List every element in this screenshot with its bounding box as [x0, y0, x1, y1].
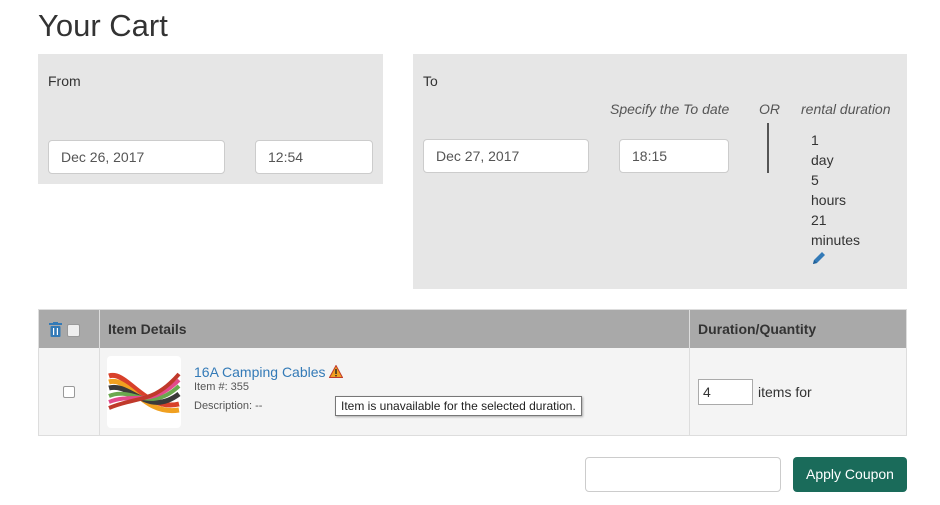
table-header: Item Details Duration/Quantity — [39, 310, 906, 348]
column-divider — [99, 310, 100, 435]
rental-duration-value: 1 day 5 hours 21 minutes — [811, 130, 860, 250]
to-panel: To Specify the To date OR rental duratio… — [413, 54, 907, 289]
cart-table: Item Details Duration/Quantity 16A Campi… — [38, 309, 907, 436]
item-details-header: Item Details — [108, 321, 187, 337]
item-number: Item #: 355 — [194, 381, 250, 393]
duration-hours-value: 5 — [811, 172, 819, 188]
column-divider — [689, 310, 690, 435]
duration-days-value: 1 — [811, 132, 819, 148]
edit-pencil-icon[interactable] — [811, 250, 827, 266]
row-checkbox[interactable] — [63, 386, 75, 398]
to-time-input[interactable]: 18:15 — [619, 139, 729, 173]
apply-coupon-button[interactable]: Apply Coupon — [793, 457, 907, 492]
to-label: To — [423, 73, 438, 89]
table-row: 16A Camping Cables Item #: 355 Descripti… — [39, 348, 906, 435]
select-all-checkbox[interactable] — [67, 324, 80, 337]
to-date-input[interactable]: Dec 27, 2017 — [423, 139, 589, 173]
or-label: OR — [759, 101, 780, 117]
warning-icon[interactable] — [329, 365, 343, 378]
rental-duration-label: rental duration — [801, 101, 891, 117]
item-name-link[interactable]: 16A Camping Cables — [194, 364, 326, 380]
from-panel: From Dec 26, 2017 12:54 — [38, 54, 383, 184]
page-title: Your Cart — [38, 8, 168, 43]
from-label: From — [48, 73, 81, 89]
items-for-label: items for — [758, 384, 812, 400]
product-thumbnail — [107, 356, 181, 428]
coupon-input[interactable] — [585, 457, 781, 492]
from-date-input[interactable]: Dec 26, 2017 — [48, 140, 225, 174]
trash-icon[interactable] — [49, 322, 62, 337]
duration-hours-unit: hours — [811, 192, 847, 208]
unavailable-tooltip: Item is unavailable for the selected dur… — [335, 396, 582, 416]
duration-minutes-value: 21 — [811, 212, 827, 228]
duration-quantity-header: Duration/Quantity — [698, 321, 817, 337]
from-time-input[interactable]: 12:54 — [255, 140, 373, 174]
quantity-input[interactable]: 4 — [698, 379, 753, 405]
duration-minutes-unit: minutes — [811, 232, 861, 248]
specify-to-date-label: Specify the To date — [610, 101, 730, 117]
item-description: Description: -- — [194, 400, 263, 412]
duration-days-unit: day — [811, 152, 834, 168]
or-divider — [767, 123, 769, 173]
